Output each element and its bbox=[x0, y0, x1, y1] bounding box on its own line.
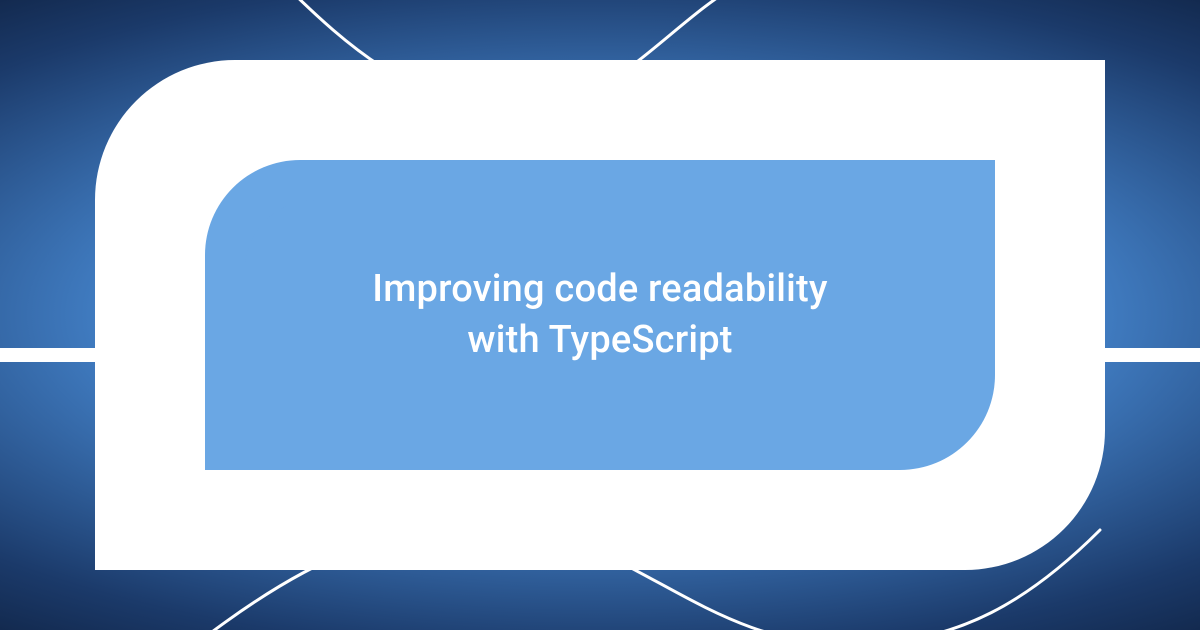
banner-title: Improving code readabilitywith TypeScrip… bbox=[372, 264, 827, 367]
title-panel: Improving code readabilitywith TypeScrip… bbox=[245, 200, 955, 430]
hero-banner: Improving code readabilitywith TypeScrip… bbox=[0, 0, 1200, 630]
